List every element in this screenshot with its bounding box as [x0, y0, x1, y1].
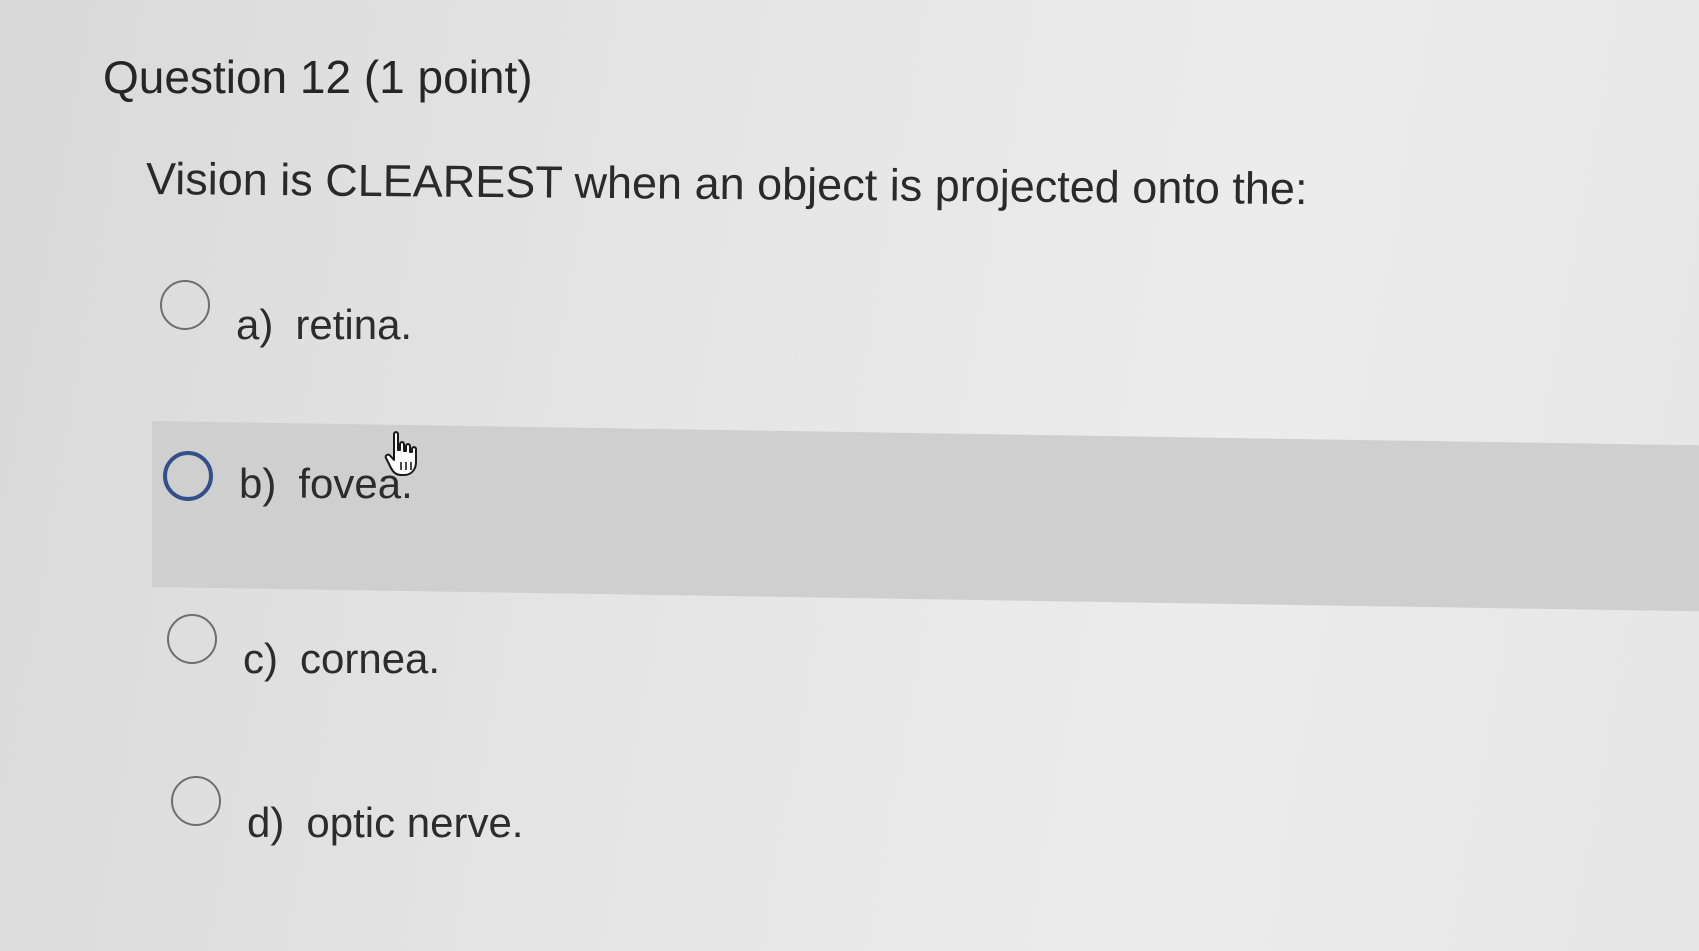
option-letter: d)	[247, 799, 285, 846]
option-label: retina.	[295, 301, 413, 348]
hand-pointer-icon	[384, 431, 417, 476]
option-label: optic nerve.	[306, 799, 524, 846]
radio-button-b[interactable]	[163, 451, 213, 501]
option-letter: a)	[236, 301, 274, 348]
option-label: cornea.	[300, 635, 441, 682]
question-prompt: Vision is CLEAREST when an object is pro…	[145, 153, 1308, 215]
quiz-page: Question 12 (1 point) Vision is CLEAREST…	[0, 0, 1699, 951]
answer-option-b[interactable]: b) fovea.	[163, 451, 413, 507]
question-title: Question 12 (1 point)	[103, 51, 533, 103]
answer-option-d[interactable]: d) optic nerve.	[171, 776, 523, 846]
option-letter: c)	[243, 635, 278, 682]
answer-option-c[interactable]: c) cornea.	[167, 614, 440, 682]
option-letter: b)	[239, 460, 277, 507]
radio-button-a[interactable]	[160, 280, 210, 330]
radio-button-d[interactable]	[171, 776, 221, 826]
answer-option-a[interactable]: a) retina.	[160, 280, 412, 348]
radio-button-c[interactable]	[167, 614, 217, 664]
